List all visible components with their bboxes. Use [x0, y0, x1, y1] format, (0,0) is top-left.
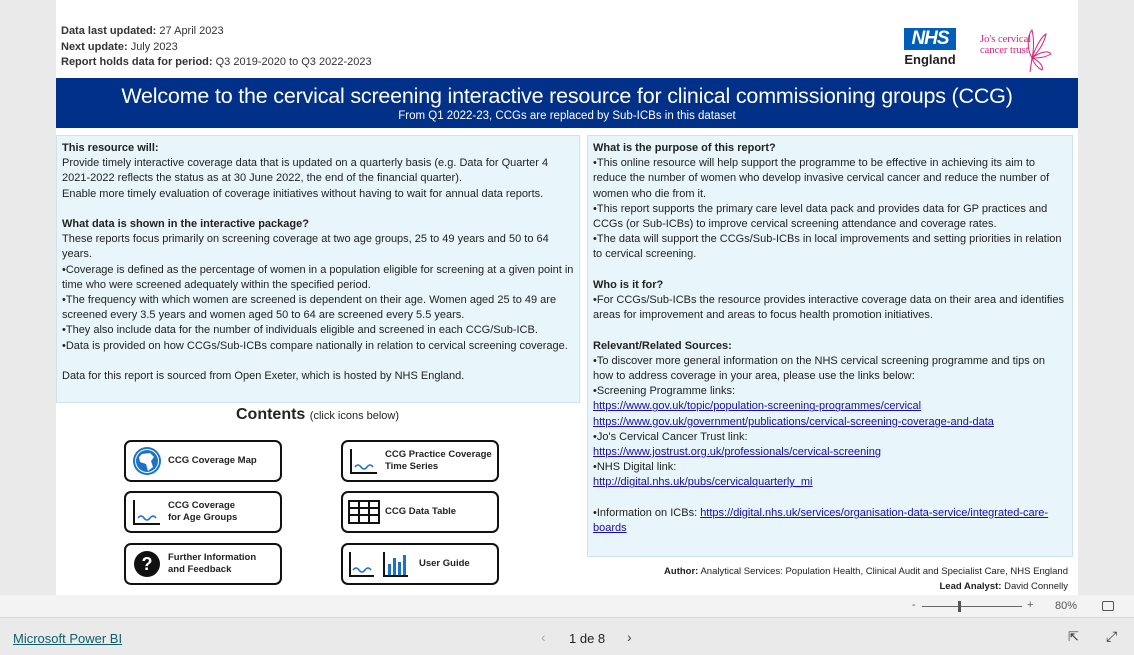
- paragraph: •Data is provided on how CCGs/Sub-ICBs c…: [62, 339, 568, 352]
- report-metadata: Data last updated: 27 April 2023 Next up…: [61, 24, 372, 71]
- purpose-panel: What is the purpose of this report? •Thi…: [587, 135, 1073, 557]
- section-heading: What data is shown in the interactive pa…: [62, 218, 309, 231]
- zoom-slider[interactable]: [922, 601, 1022, 612]
- line-chart-icon: [126, 498, 168, 526]
- contents-heading: Contents (click icons below): [236, 406, 399, 424]
- paragraph: •They also include data for the number o…: [62, 324, 538, 337]
- section-heading: What is the purpose of this report?: [593, 142, 776, 154]
- ccg-practice-time-series-button[interactable]: CCG Practice Coverage Time Series: [341, 440, 499, 482]
- contents-hint: (click icons below): [309, 410, 400, 422]
- fullscreen-icon[interactable]: ⤢: [1106, 628, 1117, 645]
- paragraph: Provide timely interactive coverage data…: [62, 157, 549, 185]
- fit-to-page-icon[interactable]: [1102, 601, 1114, 611]
- further-information-button[interactable]: ? Further Information and Feedback: [124, 543, 282, 585]
- zoom-in-button[interactable]: +: [1027, 599, 1033, 611]
- button-label: CCG Practice Coverage: [385, 449, 492, 460]
- paragraph: These reports focus primarily on screeni…: [62, 233, 549, 261]
- author-credit: Author: Analytical Services: Population …: [664, 564, 1068, 594]
- report-page: Data last updated: 27 April 2023 Next up…: [56, 0, 1078, 595]
- jos-trust-logo: Jo's cervical cancer trust: [978, 28, 1052, 72]
- button-label: CCG Coverage: [168, 500, 236, 511]
- resource-info-panel: This resource will: Provide timely inter…: [56, 135, 580, 403]
- gov-coverage-data-link[interactable]: https://www.gov.uk/government/publicatio…: [593, 416, 994, 428]
- period-value: Q3 2019-2020 to Q3 2022-2023: [215, 56, 372, 68]
- line-chart-icon: [343, 447, 385, 475]
- section-heading: Relevant/Related Sources:: [593, 339, 732, 352]
- nhs-logo-sub: England: [904, 52, 956, 67]
- jostrust-link[interactable]: https://www.jostrust.org.uk/professional…: [593, 446, 881, 458]
- button-label: Time Series: [385, 461, 439, 472]
- meta-label: Next update:: [61, 40, 128, 53]
- paragraph: •The data will support the CCGs/Sub-ICBs…: [593, 233, 1062, 261]
- flower-icon: [1027, 29, 1052, 72]
- paragraph: •Information on ICBs:: [593, 506, 701, 519]
- paragraph: Data for this report is sourced from Ope…: [62, 370, 465, 383]
- svg-text:?: ?: [142, 554, 153, 574]
- power-bi-link[interactable]: Microsoft Power BI: [13, 631, 122, 646]
- share-icon[interactable]: ⇱: [1068, 629, 1079, 645]
- button-label: Further Information: [168, 552, 257, 563]
- contents-title: Contents: [236, 406, 306, 423]
- page-indicator: 1 de 8: [569, 631, 606, 646]
- page-title: Welcome to the cervical screening intera…: [121, 84, 1013, 108]
- zoom-out-button[interactable]: -: [912, 599, 916, 611]
- button-label: and Feedback: [168, 564, 232, 575]
- globe-icon: [126, 445, 168, 477]
- paragraph: •Screening Programme links:: [593, 385, 736, 398]
- paragraph: •Jo's Cervical Cancer Trust link:: [593, 430, 748, 443]
- nhs-logo-text: NHS: [904, 28, 956, 50]
- table-icon: [343, 500, 385, 524]
- next-update-value: July 2023: [130, 40, 178, 53]
- ccg-data-table-button[interactable]: CCG Data Table: [341, 491, 499, 533]
- lead-analyst-label: Lead Analyst:: [939, 581, 1002, 592]
- next-page-button[interactable]: ›: [627, 629, 632, 645]
- button-label: User Guide: [419, 558, 470, 569]
- nhs-digital-link[interactable]: http://digital.nhs.uk/pubs/cervicalquart…: [593, 476, 813, 488]
- meta-label: Data last updated:: [61, 25, 157, 37]
- last-updated-value: 27 April 2023: [159, 25, 224, 37]
- user-guide-button[interactable]: User Guide: [341, 543, 499, 585]
- footer-bar: Microsoft Power BI ‹ 1 de 8 › ⇱ ⤢: [0, 619, 1134, 655]
- section-heading: Who is it for?: [593, 278, 664, 291]
- nhs-england-logo: NHS England: [904, 28, 956, 67]
- previous-page-button[interactable]: ‹: [541, 629, 546, 645]
- page-subtitle: From Q1 2022-23, CCGs are replaced by Su…: [398, 110, 736, 122]
- paragraph: •To discover more general information on…: [593, 354, 1046, 383]
- title-banner: Welcome to the cervical screening intera…: [56, 78, 1078, 128]
- button-label: CCG Data Table: [385, 506, 457, 517]
- zoom-level: 80%: [1055, 600, 1078, 612]
- author-value: Analytical Services: Population Health, …: [700, 566, 1068, 577]
- paragraph: •This online resource will help support …: [593, 157, 1050, 200]
- button-label: for Age Groups: [168, 512, 238, 523]
- ccg-coverage-map-button[interactable]: CCG Coverage Map: [124, 440, 282, 482]
- ccg-coverage-age-groups-button[interactable]: CCG Coverage for Age Groups: [124, 491, 282, 533]
- author-label: Author:: [664, 566, 699, 577]
- question-icon: ?: [126, 550, 168, 578]
- zoom-slider-handle[interactable]: [958, 601, 961, 612]
- paragraph: •Coverage is defined as the percentage o…: [62, 263, 574, 291]
- paragraph: •The frequency with which women are scre…: [62, 294, 557, 322]
- lead-analyst-value: David Connelly: [1004, 581, 1068, 592]
- paragraph: •For CCGs/Sub-ICBs the resource provides…: [593, 294, 1064, 322]
- paragraph: •This report supports the primary care l…: [593, 202, 1048, 231]
- meta-label: Report holds data for period:: [61, 56, 213, 68]
- bar-chart-icon: [343, 550, 419, 578]
- zoom-bar: - + 80%: [0, 595, 1134, 618]
- button-label: CCG Coverage Map: [168, 455, 257, 466]
- paragraph: Enable more timely evaluation of coverag…: [62, 187, 544, 200]
- section-heading: This resource will:: [62, 142, 159, 154]
- paragraph: •NHS Digital link:: [593, 461, 677, 474]
- gov-screening-link[interactable]: https://www.gov.uk/topic/population-scre…: [593, 400, 921, 412]
